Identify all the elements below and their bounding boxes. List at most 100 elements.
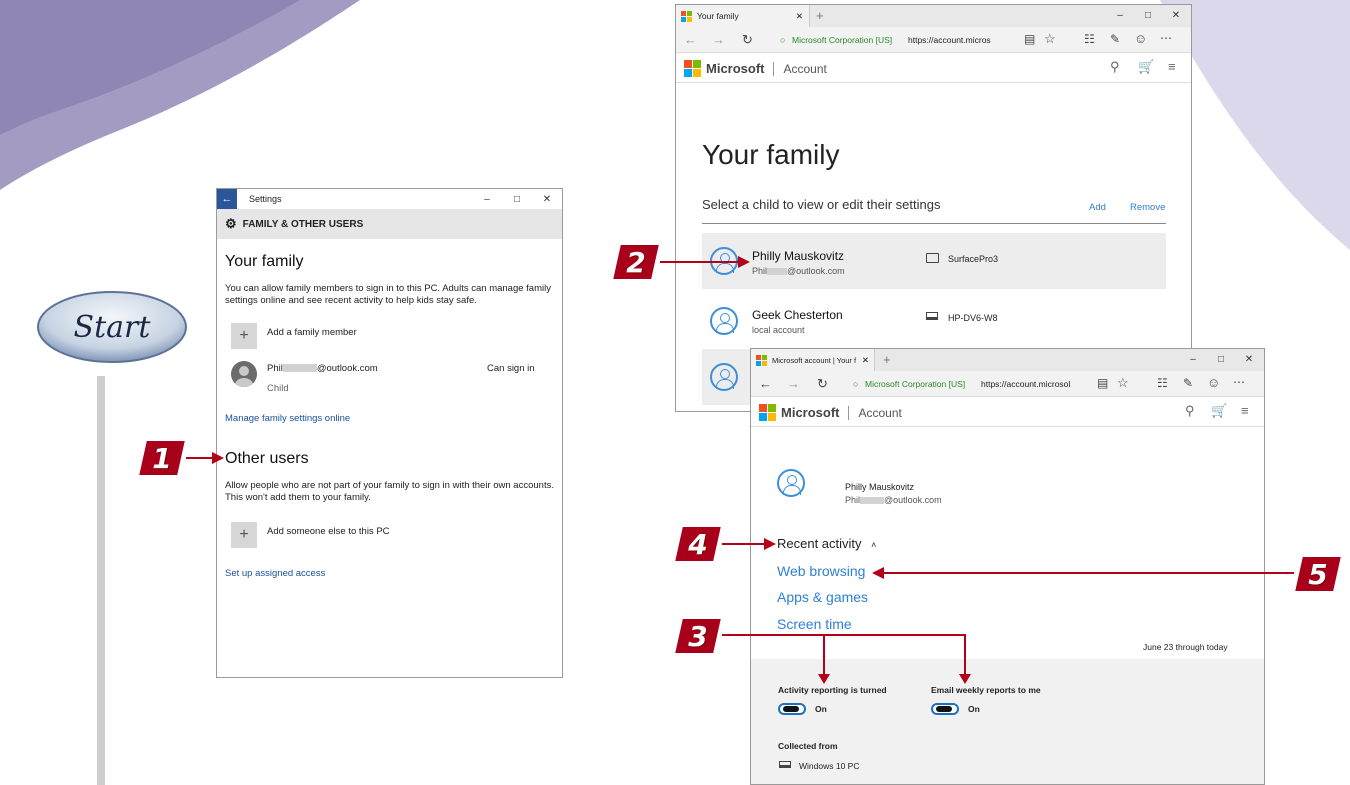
- close-button[interactable]: ✕: [1162, 5, 1190, 25]
- email-weekly-label: Email weekly reports to me: [931, 685, 1041, 695]
- reading-view-icon[interactable]: ▤: [1024, 32, 1035, 46]
- child-account: local account: [752, 325, 805, 335]
- subtitle-divider: [702, 223, 1166, 224]
- microsoft-brand[interactable]: Microsoft Account: [684, 60, 827, 77]
- search-icon[interactable]: ⚲: [1185, 403, 1195, 419]
- search-icon[interactable]: ⚲: [1110, 59, 1120, 75]
- callout-4-number: 4: [688, 527, 708, 561]
- child-account-suffix: @outlook.com: [787, 266, 845, 276]
- browser-tab[interactable]: Microsoft account | Your f ✕: [751, 349, 875, 371]
- hub-icon[interactable]: ☷: [1084, 32, 1095, 46]
- email-weekly-toggle[interactable]: [931, 703, 959, 715]
- url-field[interactable]: https://account.micros: [908, 35, 991, 45]
- back-arrow-icon[interactable]: ←: [759, 376, 772, 391]
- callout-1-badge: 1: [136, 438, 188, 478]
- apps-games-link[interactable]: Apps & games: [777, 589, 868, 605]
- laptop-icon: [926, 312, 938, 320]
- family-member-item[interactable]: Phil @outlook.com Child Can sign in: [225, 361, 554, 395]
- cart-icon[interactable]: 🛒: [1138, 59, 1154, 75]
- browser-window-activity: Microsoft account | Your f ✕ + – □ ✕ ← →…: [750, 348, 1265, 785]
- menu-icon[interactable]: ≡: [1241, 403, 1249, 418]
- site-identity: Microsoft Corporation [US]: [792, 35, 893, 45]
- minimize-button[interactable]: –: [1179, 349, 1207, 369]
- favorite-star-icon[interactable]: ☆: [1044, 31, 1056, 47]
- member-role: Child: [267, 383, 289, 394]
- member-status: Can sign in: [487, 363, 535, 374]
- reading-view-icon[interactable]: ▤: [1097, 376, 1108, 390]
- activity-reporting-toggle[interactable]: [778, 703, 806, 715]
- child-device: HP-DV6-W8: [948, 313, 998, 323]
- page-title: FAMILY & OTHER USERS: [242, 218, 364, 230]
- add-family-member-button[interactable]: + Add a family member: [225, 323, 554, 349]
- hub-icon[interactable]: ☷: [1157, 376, 1168, 390]
- callout-2-badge: 2: [610, 242, 662, 282]
- callout-3-drop-a: [823, 634, 825, 678]
- note-icon[interactable]: ✎: [1183, 376, 1193, 390]
- more-icon[interactable]: ⋯: [1160, 31, 1172, 45]
- callout-4-arrowhead: [764, 538, 776, 550]
- remove-child-button[interactable]: Remove: [1130, 202, 1165, 213]
- lock-icon: ○: [853, 379, 859, 389]
- add-someone-else-button[interactable]: + Add someone else to this PC: [225, 522, 554, 548]
- more-icon[interactable]: ⋯: [1233, 375, 1245, 389]
- laptop-icon: [779, 761, 791, 768]
- refresh-icon[interactable]: ↻: [817, 376, 828, 392]
- favorite-star-icon[interactable]: ☆: [1117, 375, 1129, 391]
- manage-family-link[interactable]: Manage family settings online: [225, 413, 554, 424]
- family-description: You can allow family members to sign in …: [225, 283, 551, 306]
- forward-arrow-icon[interactable]: →: [787, 376, 800, 391]
- cart-icon[interactable]: 🛒: [1211, 403, 1227, 419]
- add-child-button[interactable]: Add: [1089, 202, 1106, 213]
- new-tab-button[interactable]: +: [883, 352, 891, 367]
- new-tab-button[interactable]: +: [816, 8, 824, 23]
- recent-activity-label: Recent activity: [777, 536, 862, 551]
- tab-title: Your family: [697, 11, 739, 21]
- recent-activity-heading[interactable]: Recent activity ˄: [777, 536, 876, 551]
- other-users-description: Allow people who are not part of your fa…: [225, 480, 554, 503]
- maximize-button[interactable]: □: [503, 189, 531, 209]
- web-browsing-link[interactable]: Web browsing: [777, 563, 865, 579]
- minimize-button[interactable]: –: [1106, 5, 1134, 25]
- profile-avatar-icon: [777, 469, 805, 497]
- back-arrow-icon[interactable]: ←: [684, 32, 697, 47]
- menu-icon[interactable]: ≡: [1168, 59, 1176, 74]
- forward-arrow-icon[interactable]: →: [712, 32, 725, 47]
- minimize-button[interactable]: –: [473, 189, 501, 209]
- tutorial-canvas: Start ← Settings – □ ✕ ⚙ FAMILY & OTHER …: [0, 0, 1350, 785]
- microsoft-brand[interactable]: Microsoft Account: [759, 404, 902, 421]
- maximize-button[interactable]: □: [1134, 5, 1162, 25]
- feedback-smiley-icon[interactable]: ☺: [1134, 31, 1147, 46]
- callout-5-number: 5: [1308, 557, 1328, 591]
- close-button[interactable]: ✕: [533, 189, 561, 209]
- callout-5-badge: 5: [1292, 554, 1344, 594]
- screen-time-link[interactable]: Screen time: [777, 616, 852, 632]
- microsoft-logo-icon: [684, 60, 701, 77]
- url-field[interactable]: https://account.microsol: [981, 379, 1070, 389]
- child-row[interactable]: Geek Chesterton local account HP-DV6-W8: [702, 295, 1166, 349]
- window-title: Settings: [249, 194, 282, 204]
- child-device: SurfacePro3: [948, 254, 999, 264]
- callout-3-badge: 3: [672, 616, 724, 656]
- address-bar: ← → ↻ ○ Microsoft Corporation [US] https…: [751, 371, 1264, 397]
- refresh-icon[interactable]: ↻: [742, 32, 753, 48]
- child-row-selected[interactable]: Philly Mauskovitz Phil @outlook.com Surfa…: [702, 233, 1166, 289]
- close-button[interactable]: ✕: [1235, 349, 1263, 369]
- callout-4-badge: 4: [672, 524, 724, 564]
- activity-reporting-label: Activity reporting is turned: [778, 685, 887, 695]
- tablet-icon: [926, 253, 939, 263]
- maximize-button[interactable]: □: [1207, 349, 1235, 369]
- activity-reporting-state: On: [815, 704, 827, 714]
- note-icon[interactable]: ✎: [1110, 32, 1120, 46]
- callout-2-arrowhead: [738, 256, 750, 268]
- tab-close-icon[interactable]: ✕: [862, 355, 869, 366]
- your-family-heading: Your family: [225, 253, 304, 270]
- address-bar: ← → ↻ ○ Microsoft Corporation [US] https…: [676, 27, 1191, 53]
- browser-tab[interactable]: Your family ✕: [676, 5, 810, 27]
- callout-3-number: 3: [688, 619, 708, 653]
- member-email-suffix: @outlook.com: [316, 363, 378, 374]
- feedback-smiley-icon[interactable]: ☺: [1207, 375, 1220, 390]
- back-button[interactable]: ←: [217, 189, 237, 209]
- tab-close-icon[interactable]: ✕: [796, 11, 803, 22]
- profile-name: Philly Mauskovitz: [845, 482, 915, 492]
- assigned-access-link[interactable]: Set up assigned access: [225, 568, 554, 579]
